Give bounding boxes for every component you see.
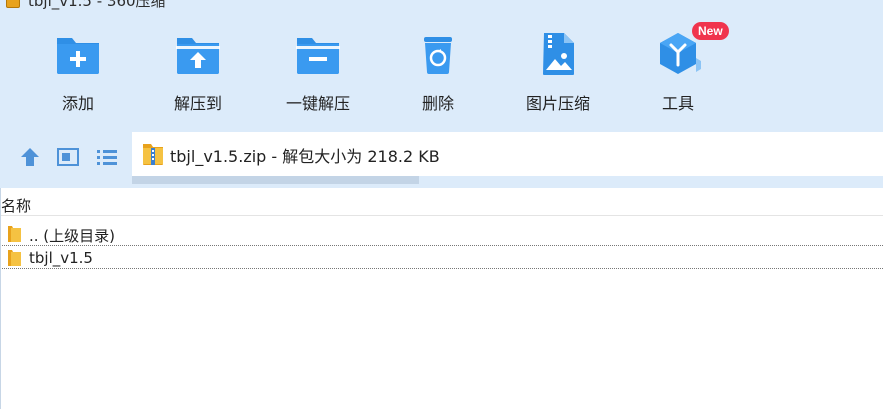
new-badge: New [692, 22, 729, 40]
navigation-bar: tbjl_v1.5.zip - 解包大小为 218.2 KB [0, 132, 883, 188]
list-view-icon [97, 150, 117, 165]
tools-label: 工具 [661, 94, 694, 113]
tools-button[interactable]: New 工具 [628, 22, 729, 126]
arrow-up-icon [21, 148, 39, 166]
title-bar: tbjl_v1.5 - 360压缩 [0, 0, 883, 12]
file-list: 名称 .. (上级目录) tbjl_v1.5 [0, 188, 883, 409]
column-name-header[interactable]: 名称 [1, 195, 31, 216]
list-item-label: .. (上级目录) [29, 227, 116, 245]
one-click-extract-icon [296, 38, 340, 74]
list-item-folder[interactable]: tbjl_v1.5 [0, 245, 883, 269]
list-item-parent-directory[interactable]: .. (上级目录) [0, 222, 883, 246]
add-folder-icon [57, 38, 99, 74]
thumbnail-view-icon [57, 148, 79, 166]
delete-button[interactable]: 删除 [388, 30, 488, 126]
list-item-label: tbjl_v1.5 [29, 249, 93, 267]
toolbar: 添加 解压到 一键解压 删除 图片压缩 New 工具 [0, 12, 883, 132]
extract-to-button[interactable]: 解压到 [148, 30, 248, 126]
folder-icon [8, 250, 21, 266]
zip-archive-icon [143, 144, 163, 165]
list-view-button[interactable] [94, 144, 120, 170]
address-bar[interactable]: tbjl_v1.5.zip - 解包大小为 218.2 KB [132, 132, 883, 176]
window-border [0, 188, 1, 409]
app-window: tbjl_v1.5 - 360压缩 添加 解压到 一键解压 删除 图片压缩 Ne… [0, 0, 883, 409]
delete-label: 删除 [421, 94, 454, 113]
image-compress-icon [543, 33, 574, 75]
add-button[interactable]: 添加 [28, 30, 128, 126]
image-compress-button[interactable]: 图片压缩 [508, 30, 608, 126]
one-click-extract-button[interactable]: 一键解压 [268, 30, 368, 126]
recycle-bin-icon [424, 37, 452, 74]
folder-icon [8, 226, 21, 242]
add-button-label: 添加 [61, 94, 94, 113]
extract-to-label: 解压到 [173, 94, 222, 113]
archive-path-text: tbjl_v1.5.zip - 解包大小为 218.2 KB [170, 147, 440, 166]
image-compress-label: 图片压缩 [525, 94, 590, 113]
up-level-button[interactable] [17, 144, 43, 170]
address-scrollbar[interactable] [132, 176, 419, 184]
extract-to-icon [176, 38, 220, 74]
window-title: tbjl_v1.5 - 360压缩 [28, 0, 166, 10]
app-icon [6, 0, 20, 8]
column-header: 名称 [0, 188, 883, 216]
thumbnail-view-button[interactable] [55, 144, 81, 170]
one-click-extract-label: 一键解压 [285, 94, 350, 113]
